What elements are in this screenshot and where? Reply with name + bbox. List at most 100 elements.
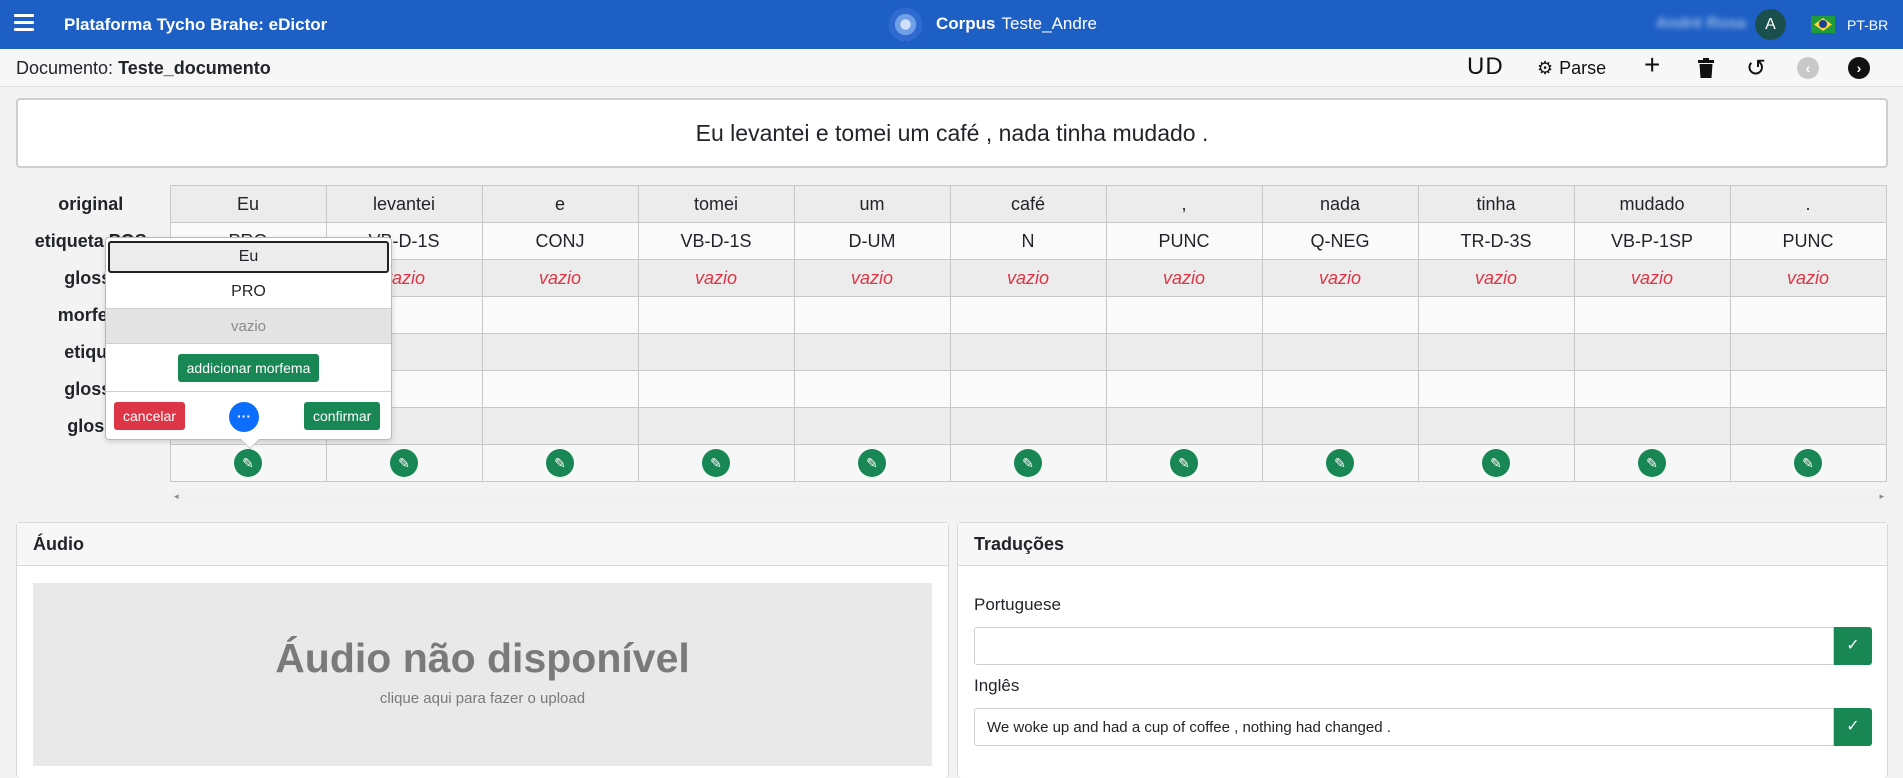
pencil-icon[interactable]: ✎ xyxy=(1482,449,1510,477)
token-cell[interactable] xyxy=(1417,407,1575,445)
previous-icon[interactable]: ‹ xyxy=(1797,55,1819,81)
pencil-icon[interactable]: ✎ xyxy=(702,449,730,477)
add-icon[interactable]: + xyxy=(1644,49,1660,80)
token-cell[interactable] xyxy=(793,296,951,334)
popover-gloss[interactable]: vazio xyxy=(106,309,391,344)
token-cell[interactable]: mudado xyxy=(1573,185,1731,223)
undo-icon[interactable]: ↺ xyxy=(1746,55,1766,82)
scroll-left-icon[interactable]: ◂ xyxy=(174,491,179,502)
token-cell[interactable] xyxy=(1105,407,1263,445)
pencil-icon[interactable]: ✎ xyxy=(234,449,262,477)
token-cell[interactable]: vazio xyxy=(1417,259,1575,297)
token-cell[interactable] xyxy=(1417,370,1575,408)
token-cell[interactable]: PUNC xyxy=(1105,222,1263,260)
token-cell[interactable] xyxy=(1729,333,1887,371)
popover-word[interactable]: Eu xyxy=(108,241,389,273)
token-cell[interactable]: vazio xyxy=(793,259,951,297)
confirm-portuguese-check-icon[interactable]: ✓ xyxy=(1834,627,1872,665)
token-cell[interactable] xyxy=(637,370,795,408)
token-cell[interactable] xyxy=(1729,296,1887,334)
token-cell[interactable]: café xyxy=(949,185,1107,223)
parse-button[interactable]: ⚙ Parse xyxy=(1537,55,1606,81)
add-morpheme-button[interactable]: addicionar morfema xyxy=(177,354,320,382)
token-cell[interactable] xyxy=(793,407,951,445)
token-cell[interactable]: vazio xyxy=(637,259,795,297)
token-cell[interactable]: levantei xyxy=(325,185,483,223)
pencil-icon[interactable]: ✎ xyxy=(1326,449,1354,477)
token-cell[interactable]: Eu xyxy=(169,185,327,223)
trash-icon[interactable] xyxy=(1697,55,1715,81)
pencil-icon[interactable]: ✎ xyxy=(1170,449,1198,477)
token-cell[interactable]: D-UM xyxy=(793,222,951,260)
token-cell[interactable] xyxy=(949,407,1107,445)
token-cell[interactable]: TR-D-3S xyxy=(1417,222,1575,260)
brazil-flag-icon[interactable] xyxy=(1811,16,1835,33)
menu-icon[interactable] xyxy=(14,14,34,32)
token-cell[interactable]: . xyxy=(1729,185,1887,223)
token-cell[interactable] xyxy=(481,296,639,334)
token-cell[interactable] xyxy=(481,407,639,445)
token-cell[interactable]: nada xyxy=(1261,185,1419,223)
token-cell[interactable] xyxy=(637,407,795,445)
token-cell[interactable] xyxy=(1417,296,1575,334)
token-cell[interactable] xyxy=(1105,370,1263,408)
pencil-icon[interactable]: ✎ xyxy=(546,449,574,477)
token-cell[interactable]: vazio xyxy=(949,259,1107,297)
popover-pos[interactable]: PRO xyxy=(106,275,391,309)
token-cell[interactable] xyxy=(1729,370,1887,408)
pencil-icon[interactable]: ✎ xyxy=(858,449,886,477)
token-cell[interactable]: Q-NEG xyxy=(1261,222,1419,260)
confirm-button[interactable]: confirmar xyxy=(304,402,381,430)
avatar[interactable]: A xyxy=(1755,9,1786,40)
token-cell[interactable]: um xyxy=(793,185,951,223)
token-cell[interactable] xyxy=(793,370,951,408)
token-cell[interactable]: e xyxy=(481,185,639,223)
token-cell[interactable]: N xyxy=(949,222,1107,260)
pencil-icon[interactable]: ✎ xyxy=(390,449,418,477)
token-cell[interactable] xyxy=(1729,407,1887,445)
more-options-button[interactable]: ··· xyxy=(229,402,259,432)
token-cell[interactable]: vazio xyxy=(1261,259,1419,297)
token-cell[interactable]: VB-P-1SP xyxy=(1573,222,1731,260)
ud-button[interactable]: UD xyxy=(1467,53,1504,80)
token-cell[interactable] xyxy=(1417,333,1575,371)
pencil-icon[interactable]: ✎ xyxy=(1014,449,1042,477)
token-cell[interactable] xyxy=(1573,333,1731,371)
next-icon[interactable]: › xyxy=(1848,55,1870,81)
token-cell[interactable] xyxy=(793,333,951,371)
token-cell[interactable] xyxy=(1105,333,1263,371)
scroll-right-icon[interactable]: ▸ xyxy=(1879,491,1884,502)
translation-input-english[interactable] xyxy=(974,708,1834,746)
token-cell[interactable] xyxy=(637,333,795,371)
pencil-icon[interactable]: ✎ xyxy=(1794,449,1822,477)
token-cell[interactable]: vazio xyxy=(1105,259,1263,297)
confirm-english-check-icon[interactable]: ✓ xyxy=(1834,708,1872,746)
audio-upload-area[interactable]: Áudio não disponível clique aqui para fa… xyxy=(33,583,932,766)
token-cell[interactable] xyxy=(1261,333,1419,371)
token-cell[interactable]: PUNC xyxy=(1729,222,1887,260)
horizontal-scrollbar[interactable]: ◂ ▸ xyxy=(170,490,1888,504)
token-cell[interactable] xyxy=(1261,296,1419,334)
token-cell[interactable] xyxy=(1261,407,1419,445)
cancel-button[interactable]: cancelar xyxy=(114,402,185,430)
token-cell[interactable] xyxy=(949,333,1107,371)
pencil-icon[interactable]: ✎ xyxy=(1638,449,1666,477)
user-name[interactable]: André Rosa xyxy=(1656,15,1746,33)
token-cell[interactable] xyxy=(949,296,1107,334)
translation-input-portuguese[interactable] xyxy=(974,627,1834,665)
token-cell[interactable] xyxy=(1573,370,1731,408)
token-cell[interactable]: , xyxy=(1105,185,1263,223)
token-cell[interactable] xyxy=(1573,296,1731,334)
language-selector[interactable]: PT-BR xyxy=(1847,17,1888,33)
token-cell[interactable] xyxy=(949,370,1107,408)
token-cell[interactable] xyxy=(637,296,795,334)
token-cell[interactable]: vazio xyxy=(481,259,639,297)
token-cell[interactable] xyxy=(481,370,639,408)
token-cell[interactable] xyxy=(481,333,639,371)
token-cell[interactable] xyxy=(1105,296,1263,334)
token-cell[interactable]: VB-D-1S xyxy=(637,222,795,260)
token-cell[interactable]: vazio xyxy=(1729,259,1887,297)
token-cell[interactable]: vazio xyxy=(1573,259,1731,297)
token-cell[interactable] xyxy=(1573,407,1731,445)
token-cell[interactable]: CONJ xyxy=(481,222,639,260)
